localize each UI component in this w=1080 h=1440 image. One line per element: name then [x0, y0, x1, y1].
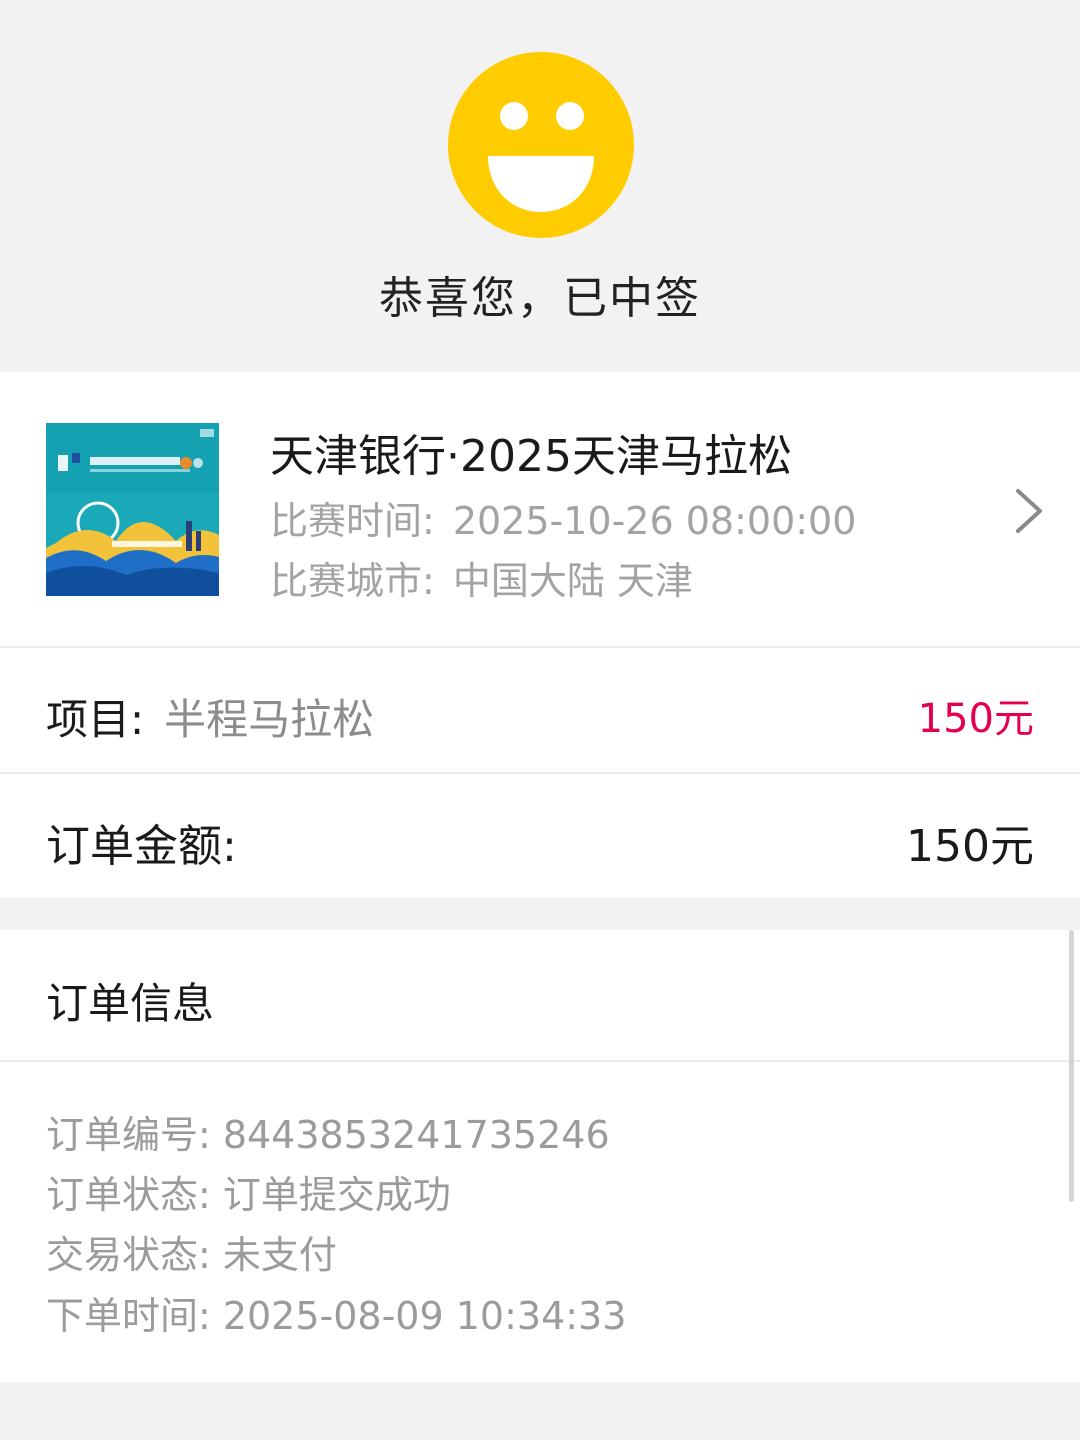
- order-number-value: 8443853241735246: [222, 1113, 610, 1157]
- payment-status-label: 交易状态:: [46, 1233, 211, 1277]
- result-hero: 恭喜您，已中签: [0, 0, 1080, 370]
- order-time-value: 2025-08-09 10:34:33: [222, 1294, 627, 1338]
- event-poster-image: [46, 423, 219, 596]
- order-amount-value: 150元: [906, 821, 1034, 872]
- payment-status-line: 交易状态: 未支付: [46, 1224, 337, 1279]
- item-row: 项目: 半程马拉松 150元: [0, 648, 1080, 772]
- event-time: 比赛时间: 2025-10-26 08:00:00: [270, 490, 856, 545]
- chevron-right-icon[interactable]: [1012, 487, 1046, 535]
- order-time-label: 下单时间:: [46, 1294, 211, 1338]
- event-city-value: 中国大陆 天津: [452, 559, 693, 603]
- order-number-line: 订单编号: 8443853241735246: [46, 1104, 610, 1159]
- item-price: 150元: [917, 696, 1034, 742]
- order-time-line: 下单时间: 2025-08-09 10:34:33: [46, 1285, 626, 1340]
- order-amount-row: 订单金额: 150元: [0, 774, 1080, 898]
- event-city: 比赛城市: 中国大陆 天津: [270, 550, 693, 605]
- order-info-header: 订单信息: [0, 930, 1080, 1060]
- item-value: 半程马拉松: [164, 695, 375, 744]
- item-label-group: 项目: 半程马拉松: [46, 686, 374, 747]
- order-status-label: 订单状态:: [46, 1173, 211, 1217]
- item-label: 项目:: [46, 695, 145, 744]
- scrollbar[interactable]: [1069, 930, 1074, 1202]
- event-time-value: 2025-10-26 08:00:00: [452, 499, 857, 543]
- event-time-label: 比赛时间:: [270, 499, 435, 543]
- order-status-value: 订单提交成功: [222, 1173, 451, 1217]
- event-title: 天津银行·2025天津马拉松: [270, 431, 792, 482]
- order-number-label: 订单编号:: [46, 1113, 211, 1157]
- order-info-title: 订单信息: [46, 979, 215, 1028]
- order-amount-label: 订单金额:: [46, 821, 237, 872]
- smiley-face-icon: [448, 52, 634, 238]
- event-city-label: 比赛城市:: [270, 559, 435, 603]
- payment-status-value: 未支付: [222, 1233, 337, 1277]
- result-title: 恭喜您，已中签: [379, 273, 701, 324]
- order-status-line: 订单状态: 订单提交成功: [46, 1164, 451, 1219]
